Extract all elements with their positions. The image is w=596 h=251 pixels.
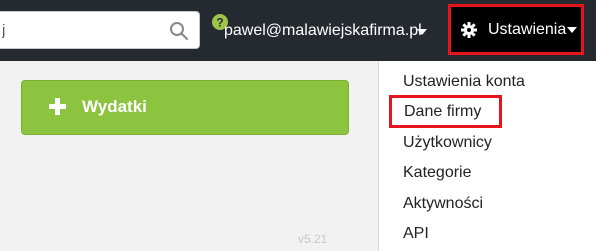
menu-item-users[interactable]: Użytkownicy [403,134,492,152]
search-input[interactable] [0,12,162,48]
settings-menu-button[interactable]: Ustawienia [448,4,584,55]
search-box [0,11,200,49]
svg-text:?: ? [216,16,223,30]
app-version: v5.21 [298,232,328,246]
menu-item-company-data[interactable]: Dane firmy [389,95,502,128]
plus-icon [49,98,66,115]
top-navbar: ? pawel@malawiejskafirma.pl Ustawienia [0,0,596,61]
add-expense-label: Wydatki [82,97,147,116]
chevron-down-icon [567,27,577,33]
user-menu[interactable]: ? pawel@malawiejskafirma.pl [212,10,442,50]
user-email[interactable]: pawel@malawiejskafirma.pl [224,22,422,40]
menu-item-activities[interactable]: Aktywności [403,195,483,213]
menu-item-account-settings[interactable]: Ustawienia konta [403,73,525,91]
chevron-down-icon [417,29,427,35]
search-icon[interactable] [169,21,189,41]
add-expense-button[interactable]: Wydatki [21,80,349,135]
menu-item-api[interactable]: API [403,225,429,243]
settings-label: Ustawienia [488,21,567,38]
settings-dropdown-menu: Ustawienia konta Dane firmy Użytkownicy … [378,61,596,251]
menu-item-categories[interactable]: Kategorie [403,164,472,182]
gear-icon [461,22,477,38]
